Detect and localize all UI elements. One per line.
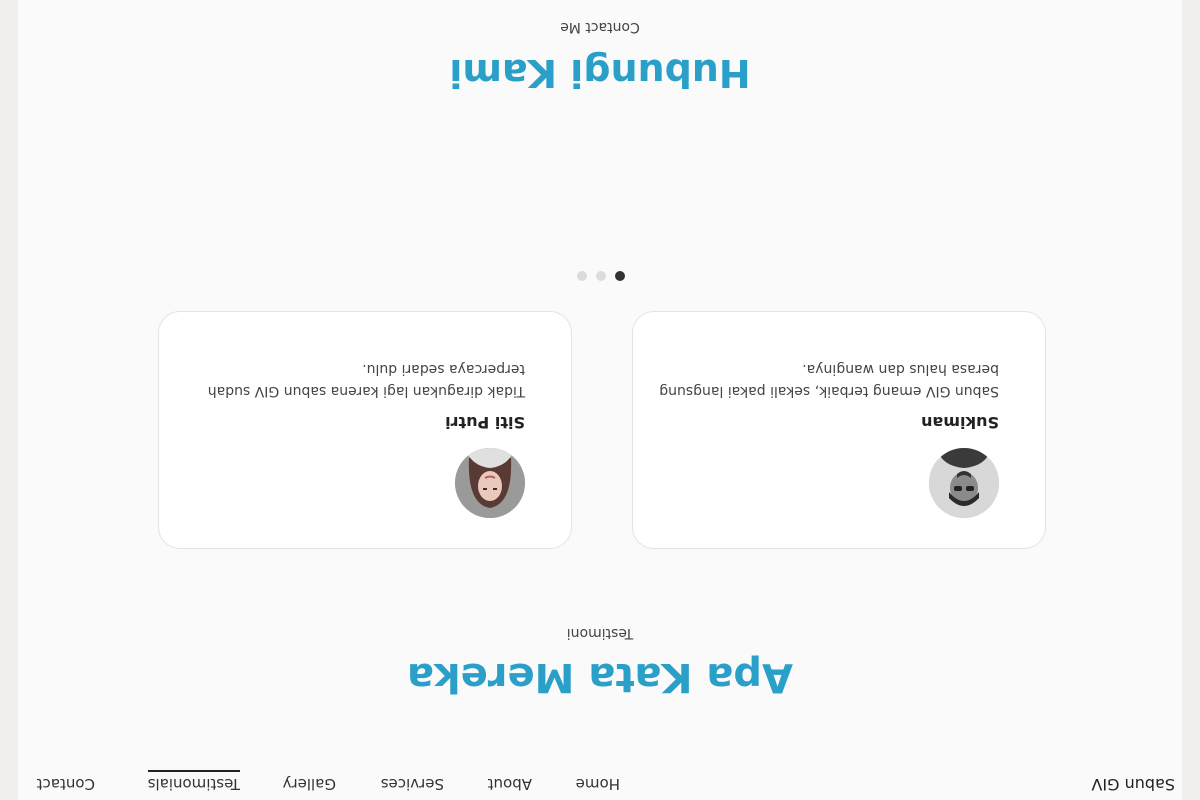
woman-avatar-icon	[455, 448, 525, 518]
testimonials-subtitle: Testimoni	[566, 625, 634, 641]
nav-services[interactable]: Services	[381, 775, 444, 793]
contact-subtitle: Contact Me	[560, 19, 640, 35]
navbar: Sabun GIV Home About Services Gallery Te…	[0, 768, 1200, 800]
testimonials-title: Apa Kata Mereka	[407, 654, 793, 700]
nav-gallery[interactable]: Gallery	[283, 775, 336, 793]
testimonial-text: Tidak diragukan lagi karena sabun GIV su…	[207, 361, 525, 399]
screen: Sabun GIV Home About Services Gallery Te…	[0, 0, 1200, 800]
man-avatar-icon	[929, 448, 999, 518]
testimonial-card: Sukiman Sabun GIV emang terbaik, sekali …	[632, 311, 1046, 549]
testimonial-name: Siti Putri	[445, 413, 525, 432]
testimonial-name: Sukiman	[921, 413, 999, 432]
nav-home[interactable]: Home	[576, 775, 620, 793]
carousel-dot[interactable]	[615, 271, 625, 281]
testimonial-text: Sabun GIV emang terbaik, sekali pakai la…	[659, 361, 999, 399]
nav-about[interactable]: About	[488, 775, 532, 793]
testimonial-card: Siti Putri Tidak diragukan lagi karena s…	[158, 311, 572, 549]
contact-title: Hubungi Kami	[449, 51, 751, 95]
nav-testimonials[interactable]: Testimonials	[148, 775, 240, 793]
carousel-dot[interactable]	[577, 271, 587, 281]
brand-logo[interactable]: Sabun GIV	[1091, 775, 1175, 794]
page: Sabun GIV Home About Services Gallery Te…	[18, 0, 1182, 800]
carousel-dot[interactable]	[596, 271, 606, 281]
nav-contact[interactable]: Contact	[37, 775, 95, 793]
